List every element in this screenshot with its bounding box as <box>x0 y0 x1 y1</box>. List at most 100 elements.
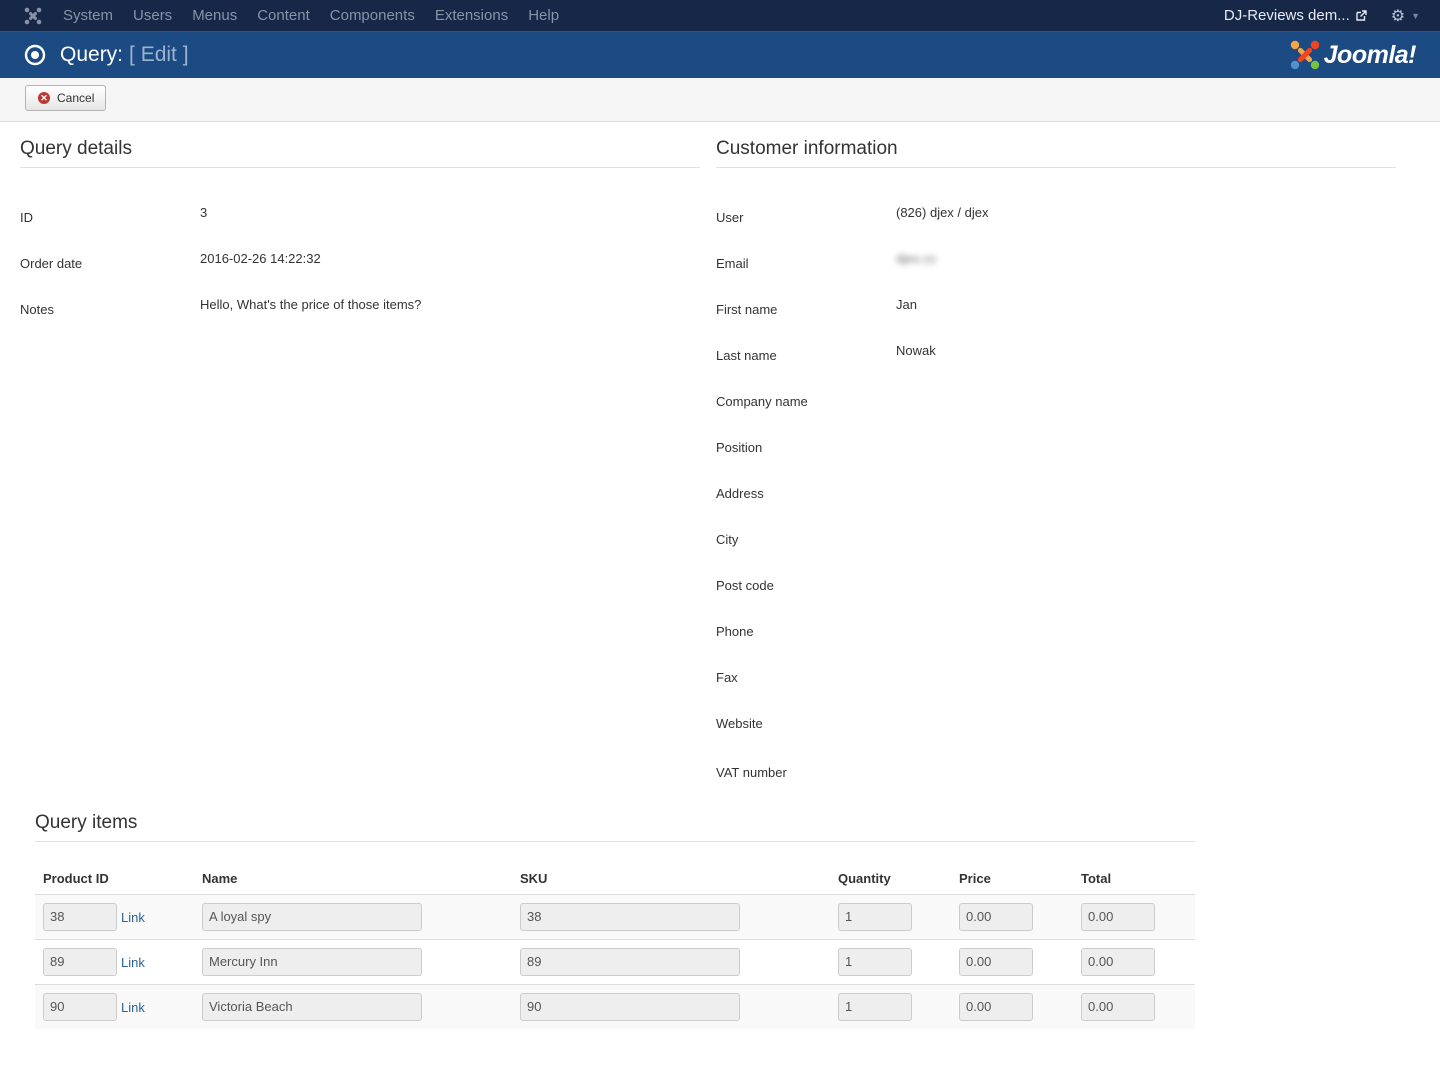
cell-product-id: 38 Link <box>35 894 194 940</box>
customer-info-divider <box>716 167 1396 168</box>
cell-quantity: 1 <box>830 894 951 940</box>
label-address: Address <box>716 486 764 501</box>
cell-sku: 89 <box>512 939 830 985</box>
cancel-label: Cancel <box>57 91 95 105</box>
cell-product-id: 90 Link <box>35 984 194 1029</box>
value-first-name: Jan <box>896 297 917 312</box>
table-header-row: Product ID Name SKU Quantity Price Total <box>35 862 1195 895</box>
product-link[interactable]: Link <box>121 910 145 925</box>
value-order-date: 2016-02-26 14:22:32 <box>200 251 321 266</box>
main-menu: System Users Menus Content Components Ex… <box>53 0 569 31</box>
quantity-input[interactable]: 1 <box>838 903 912 931</box>
price-input[interactable]: 0.00 <box>959 948 1033 976</box>
toolbar: ✕ Cancel <box>0 78 1440 122</box>
product-id-input[interactable]: 38 <box>43 903 117 931</box>
col-sku: SKU <box>512 862 830 895</box>
label-id: ID <box>20 210 33 225</box>
quantity-input[interactable]: 1 <box>838 948 912 976</box>
cell-product-id: 89 Link <box>35 939 194 985</box>
menu-help[interactable]: Help <box>518 0 569 31</box>
menu-components[interactable]: Components <box>320 0 425 31</box>
settings-menu[interactable]: ⚙ ▼ <box>1391 6 1420 26</box>
menu-menus[interactable]: Menus <box>182 0 247 31</box>
cell-name: Victoria Beach <box>194 984 512 1029</box>
query-items-table: Product ID Name SKU Quantity Price Total… <box>35 862 1195 1029</box>
label-city: City <box>716 532 739 547</box>
cell-total: 0.00 <box>1073 894 1195 940</box>
cell-name: Mercury Inn <box>194 939 512 985</box>
total-input[interactable]: 0.00 <box>1081 993 1155 1021</box>
name-input[interactable]: A loyal spy <box>202 903 422 931</box>
col-quantity: Quantity <box>830 862 951 895</box>
target-icon <box>24 44 46 66</box>
table-row: 38 Link A loyal spy 38 1 0.00 0.00 <box>35 894 1195 940</box>
label-post-code: Post code <box>716 578 774 593</box>
value-email: djex.cc <box>896 251 937 266</box>
label-company-name: Company name <box>716 394 808 409</box>
cell-sku: 38 <box>512 894 830 940</box>
cell-price: 0.00 <box>951 939 1073 985</box>
query-details-title: Query details <box>20 138 132 159</box>
cell-price: 0.00 <box>951 894 1073 940</box>
joomla-brand-text: Joomla! <box>1323 40 1417 69</box>
col-total: Total <box>1073 862 1195 895</box>
cell-sku: 90 <box>512 984 830 1029</box>
name-input[interactable]: Mercury Inn <box>202 948 422 976</box>
sku-input[interactable]: 38 <box>520 903 740 931</box>
price-input[interactable]: 0.00 <box>959 903 1033 931</box>
quantity-input[interactable]: 1 <box>838 993 912 1021</box>
joomla-icon[interactable] <box>23 6 43 26</box>
cell-price: 0.00 <box>951 984 1073 1029</box>
menu-extensions[interactable]: Extensions <box>425 0 518 31</box>
label-position: Position <box>716 440 763 455</box>
total-input[interactable]: 0.00 <box>1081 903 1155 931</box>
query-items-divider <box>35 841 1195 842</box>
menu-users[interactable]: Users <box>123 0 182 31</box>
total-input[interactable]: 0.00 <box>1081 948 1155 976</box>
cell-total: 0.00 <box>1073 984 1195 1029</box>
top-navbar: System Users Menus Content Components Ex… <box>0 0 1440 31</box>
value-user: (826) djex / djex <box>896 205 989 220</box>
product-id-input[interactable]: 89 <box>43 948 117 976</box>
label-phone: Phone <box>716 624 754 639</box>
cancel-icon: ✕ <box>38 92 50 104</box>
name-input[interactable]: Victoria Beach <box>202 993 422 1021</box>
label-user: User <box>716 210 744 225</box>
site-link[interactable]: DJ-Reviews dem... <box>1224 7 1367 24</box>
sku-input[interactable]: 90 <box>520 993 740 1021</box>
sku-input[interactable]: 89 <box>520 948 740 976</box>
customer-info-title: Customer information <box>716 138 898 159</box>
menu-system[interactable]: System <box>53 0 123 31</box>
cell-name: A loyal spy <box>194 894 512 940</box>
label-email: Email <box>716 256 749 271</box>
chevron-down-icon: ▼ <box>1411 10 1420 21</box>
cell-quantity: 1 <box>830 939 951 985</box>
nav-right: DJ-Reviews dem... ⚙ ▼ <box>1224 0 1440 31</box>
joomla-logo-icon <box>1290 40 1319 70</box>
label-order-date: Order date <box>20 256 83 271</box>
label-vat-number: VAT number <box>716 765 787 780</box>
gear-icon: ⚙ <box>1390 7 1406 25</box>
col-product-id: Product ID <box>35 862 194 895</box>
external-link-icon <box>1356 10 1367 21</box>
product-id-input[interactable]: 90 <box>43 993 117 1021</box>
menu-content[interactable]: Content <box>247 0 320 31</box>
page-title-edit: [ Edit ] <box>129 43 189 66</box>
site-label: DJ-Reviews dem... <box>1223 7 1350 24</box>
product-link[interactable]: Link <box>121 1000 145 1015</box>
product-link[interactable]: Link <box>121 955 145 970</box>
label-fax: Fax <box>716 670 738 685</box>
label-last-name: Last name <box>716 348 777 363</box>
query-items-title: Query items <box>35 812 138 833</box>
cancel-button[interactable]: ✕ Cancel <box>25 85 107 111</box>
col-price: Price <box>951 862 1073 895</box>
value-id: 3 <box>200 205 208 220</box>
table-row: 89 Link Mercury Inn 89 1 0.00 0.00 <box>35 939 1195 985</box>
value-notes: Hello, What's the price of those items? <box>200 297 422 312</box>
table-row: 90 Link Victoria Beach 90 1 0.00 0.00 <box>35 984 1195 1029</box>
joomla-brand-logo: Joomla! <box>1289 39 1417 71</box>
cell-quantity: 1 <box>830 984 951 1029</box>
value-last-name: Nowak <box>896 343 936 358</box>
query-details-divider <box>20 167 700 168</box>
price-input[interactable]: 0.00 <box>959 993 1033 1021</box>
